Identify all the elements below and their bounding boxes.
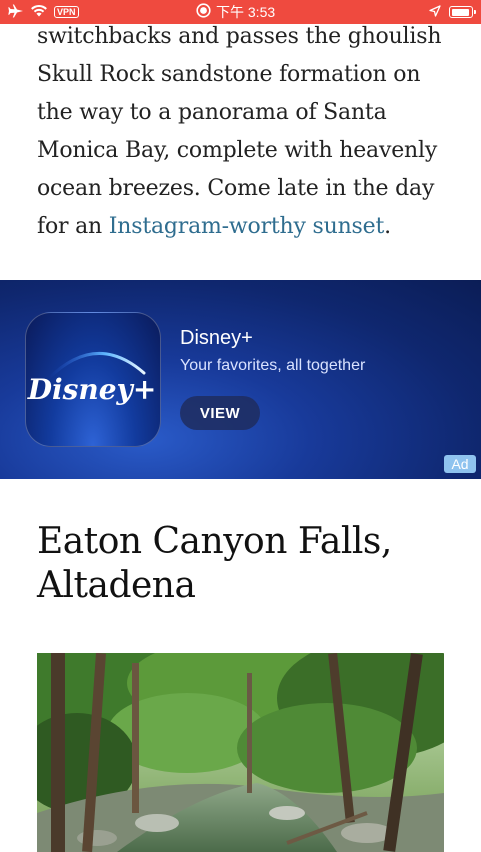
vpn-badge: VPN xyxy=(54,6,79,18)
battery-icon xyxy=(449,6,476,18)
instagram-sunset-link[interactable]: Instagram-worthy sunset xyxy=(109,214,385,239)
section-heading: Eaton Canyon Falls, Altadena xyxy=(37,521,392,606)
disney-plus-app-icon[interactable]: Disney+ xyxy=(25,312,161,447)
ad-banner[interactable]: Disney+ Ad xyxy=(0,280,481,479)
ad-subtitle: Your favorites, all together xyxy=(180,357,366,374)
disney-logo-text: Disney+ xyxy=(27,373,157,406)
article-paragraph-text: switchbacks and passes the ghoulish Skul… xyxy=(37,24,442,239)
eaton-canyon-photo xyxy=(37,653,444,852)
airplane-icon xyxy=(8,4,24,21)
ad-badge: Ad xyxy=(444,455,476,473)
article-paragraph: switchbacks and passes the ghoulish Skul… xyxy=(37,18,457,246)
ad-title[interactable]: Disney+ xyxy=(180,327,253,350)
view-button[interactable]: VIEW xyxy=(180,396,260,430)
article-paragraph-end: . xyxy=(384,214,391,239)
